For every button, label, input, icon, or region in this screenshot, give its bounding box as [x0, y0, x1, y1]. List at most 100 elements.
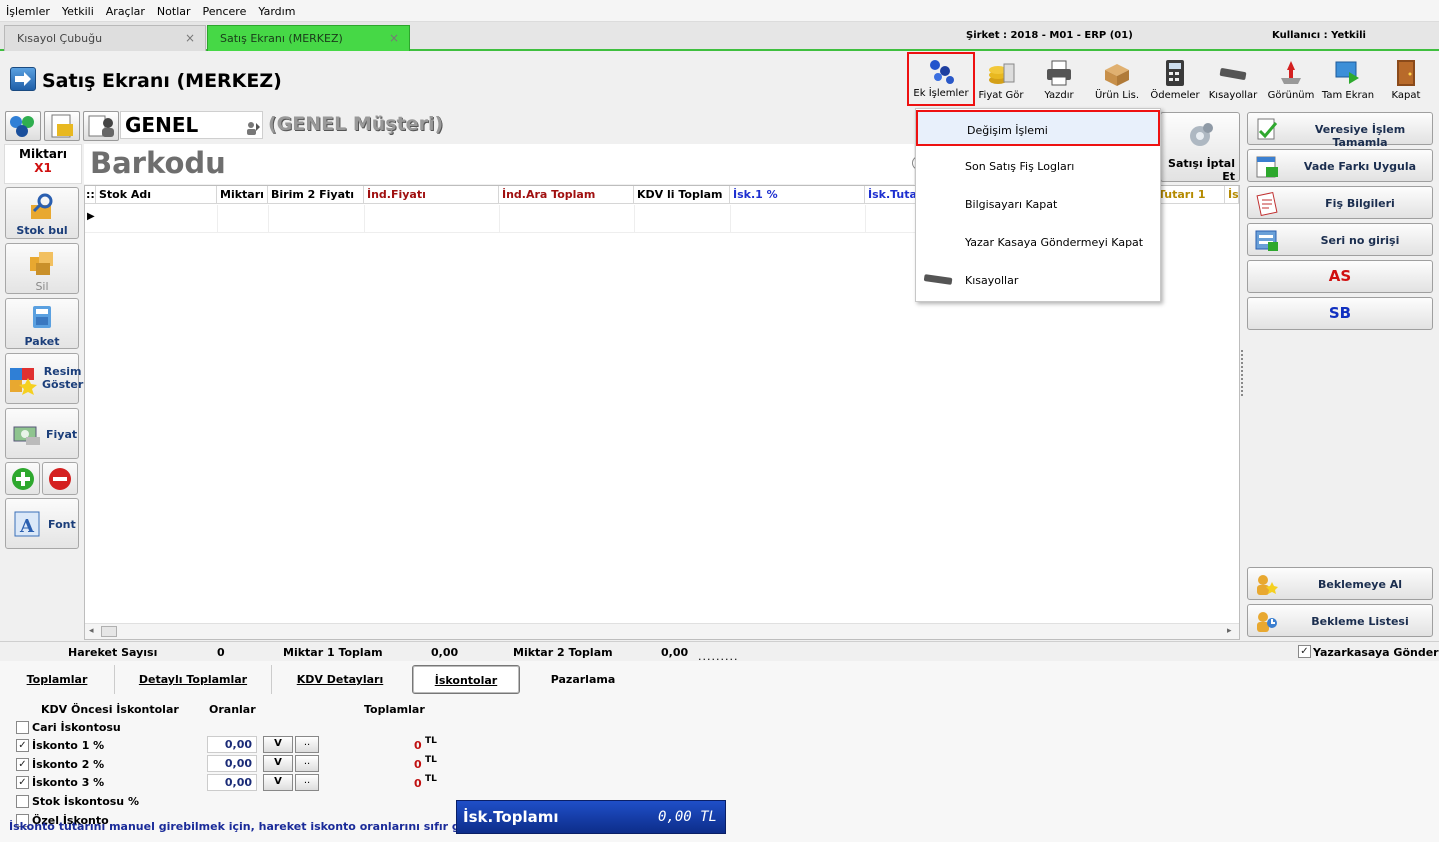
- splitter-handle[interactable]: [1241, 350, 1244, 396]
- delete-button[interactable]: Sil: [5, 243, 79, 294]
- shortcuts-button[interactable]: Kısayollar: [1206, 56, 1260, 106]
- tab-shortcut-bar[interactable]: Kısayol Çubuğu ×: [4, 25, 206, 51]
- close-icon[interactable]: ×: [389, 31, 399, 45]
- menu-araclar[interactable]: Araçlar: [100, 0, 151, 18]
- status-bar: Hareket Sayısı 0 Miktar 1 Toplam 0,00 Mi…: [0, 641, 1439, 663]
- add-button[interactable]: [5, 462, 40, 495]
- column-header[interactable]: Tutarı 1: [1155, 186, 1225, 204]
- toolbar-label: Kapat: [1391, 90, 1421, 101]
- close-screen-button[interactable]: Kapat: [1384, 56, 1428, 106]
- stock-discount-checkbox[interactable]: [16, 795, 29, 808]
- discount2-checkbox[interactable]: ✓: [16, 758, 29, 771]
- column-header[interactable]: Birim 2 Fiyatı: [268, 186, 364, 204]
- discount3-v-button[interactable]: V: [263, 774, 293, 791]
- rates-header: Oranlar: [209, 703, 256, 716]
- button-label: Paket: [24, 335, 60, 348]
- maturity-difference-button[interactable]: Vade Farkı Uygula: [1247, 149, 1433, 182]
- tab-sales-screen[interactable]: Satış Ekranı (MERKEZ) ×: [207, 25, 410, 51]
- column-header[interactable]: İs: [1225, 186, 1239, 204]
- customer-info-button[interactable]: [83, 111, 119, 141]
- cari-discount-checkbox[interactable]: [16, 721, 29, 734]
- tab-vat-details[interactable]: KDV Detayları: [272, 665, 408, 694]
- view-icon: [1276, 58, 1306, 88]
- box-list-icon: [1102, 58, 1132, 88]
- cancel-sale-button[interactable]: Satışı İptal Et: [1160, 112, 1240, 183]
- menu-item-exchange[interactable]: Değişim İşlemi: [916, 110, 1160, 146]
- scroll-thumb[interactable]: [101, 626, 117, 637]
- customer-search-button[interactable]: [5, 111, 41, 141]
- discount1-checkbox[interactable]: ✓: [16, 739, 29, 752]
- customer-lookup-icon[interactable]: [245, 117, 261, 141]
- menu-yetkili[interactable]: Yetkili: [56, 0, 100, 18]
- toolbar-label: Ürün Lis.: [1094, 90, 1140, 101]
- quantity-box[interactable]: Miktarı X1: [4, 144, 82, 184]
- qty2-value: 0,00: [661, 646, 689, 659]
- price-icon: [13, 426, 40, 445]
- payments-button[interactable]: Ödemeler: [1148, 56, 1202, 106]
- column-header[interactable]: KDV li Toplam: [634, 186, 730, 204]
- column-header[interactable]: İnd.Fiyatı: [364, 186, 499, 204]
- scroll-right-icon[interactable]: ▸: [1227, 626, 1232, 636]
- menu-yardim[interactable]: Yardım: [252, 0, 301, 18]
- tab-discounts[interactable]: İskontolar: [412, 665, 520, 694]
- menu-item-disable-register-send[interactable]: Yazar Kasaya Göndermeyi Kapat: [916, 224, 1160, 260]
- as-button[interactable]: AS: [1247, 260, 1433, 293]
- menu-item-shutdown[interactable]: Bilgisayarı Kapat: [916, 186, 1160, 222]
- font-button[interactable]: A Font: [5, 498, 79, 549]
- barcode-input[interactable]: Barkodu: [84, 144, 914, 184]
- scroll-left-icon[interactable]: ◂: [89, 626, 94, 636]
- print-button[interactable]: Yazdır: [1036, 56, 1082, 106]
- tab-detailed-totals[interactable]: Detaylı Toplamlar: [116, 665, 270, 694]
- button-label: Beklemeye Al: [1317, 578, 1403, 591]
- users-wait-icon: [1257, 575, 1278, 595]
- toolbar-label: Ek İşlemler: [913, 88, 969, 99]
- discount3-rate-input[interactable]: 0,00: [207, 774, 257, 791]
- put-on-hold-button[interactable]: Beklemeye Al: [1247, 567, 1433, 600]
- sb-button[interactable]: SB: [1247, 297, 1433, 330]
- discount2-v-button[interactable]: V: [263, 755, 293, 772]
- discount1-rate-input[interactable]: 0,00: [207, 736, 257, 753]
- waiting-list-button[interactable]: Bekleme Listesi: [1247, 604, 1433, 637]
- customer-card-button[interactable]: [44, 111, 80, 141]
- discount3-more-button[interactable]: ..: [295, 774, 319, 791]
- qty2-label: Miktar 2 Toplam: [513, 646, 613, 659]
- tab-marketing[interactable]: Pazarlama: [526, 665, 640, 694]
- close-icon[interactable]: ×: [185, 31, 195, 45]
- table-row[interactable]: ▶: [85, 205, 1000, 233]
- tab-totals[interactable]: Toplamlar: [6, 665, 108, 694]
- menu-islemler[interactable]: İşlemler: [0, 0, 56, 18]
- serial-number-button[interactable]: Seri no girişi: [1247, 223, 1433, 256]
- menu-item-shortcuts[interactable]: Kısayollar: [916, 262, 1160, 298]
- customer-code-field[interactable]: GENEL: [120, 111, 263, 139]
- price-button[interactable]: Fiyat: [5, 408, 79, 459]
- discount2-more-button[interactable]: ..: [295, 755, 319, 772]
- menu-pencere[interactable]: Pencere: [197, 0, 253, 18]
- show-image-button[interactable]: Resim Göster: [5, 353, 83, 404]
- stock-search-button[interactable]: Stok bul: [5, 187, 79, 239]
- extra-operations-button[interactable]: Ek İşlemler: [907, 52, 975, 106]
- package-button[interactable]: Paket: [5, 298, 79, 349]
- remove-button[interactable]: [42, 462, 78, 495]
- column-header[interactable]: İnd.Ara Toplam: [499, 186, 634, 204]
- menu-item-last-sale-logs[interactable]: Son Satış Fiş Logları: [916, 148, 1160, 184]
- discount1-more-button[interactable]: ..: [295, 736, 319, 753]
- view-button[interactable]: Görünüm: [1264, 56, 1318, 106]
- discount2-total: 0: [414, 758, 422, 771]
- full-screen-button[interactable]: Tam Ekran: [1320, 56, 1376, 106]
- menu-notlar[interactable]: Notlar: [151, 0, 197, 18]
- user-label: Kullanıcı : Yetkili: [1272, 30, 1366, 41]
- send-register-checkbox[interactable]: ✓: [1298, 645, 1311, 658]
- discount3-checkbox[interactable]: ✓: [16, 776, 29, 789]
- credit-complete-button[interactable]: Veresiye İşlem Tamamla: [1247, 112, 1433, 149]
- move-count-value: 0: [217, 646, 225, 659]
- door-exit-icon: [1391, 58, 1421, 88]
- receipt-info-button[interactable]: Fiş Bilgileri: [1247, 186, 1433, 219]
- column-header[interactable]: Stok Adı: [96, 186, 217, 204]
- column-header[interactable]: İsk.1 %: [730, 186, 865, 204]
- discount1-v-button[interactable]: V: [263, 736, 293, 753]
- product-list-button[interactable]: Ürün Lis.: [1092, 56, 1142, 106]
- discount2-rate-input[interactable]: 0,00: [207, 755, 257, 772]
- price-view-button[interactable]: Fiyat Gör: [976, 56, 1026, 106]
- column-header[interactable]: Miktarı: [217, 186, 268, 204]
- horizontal-scrollbar[interactable]: ◂ ▸: [85, 623, 1239, 639]
